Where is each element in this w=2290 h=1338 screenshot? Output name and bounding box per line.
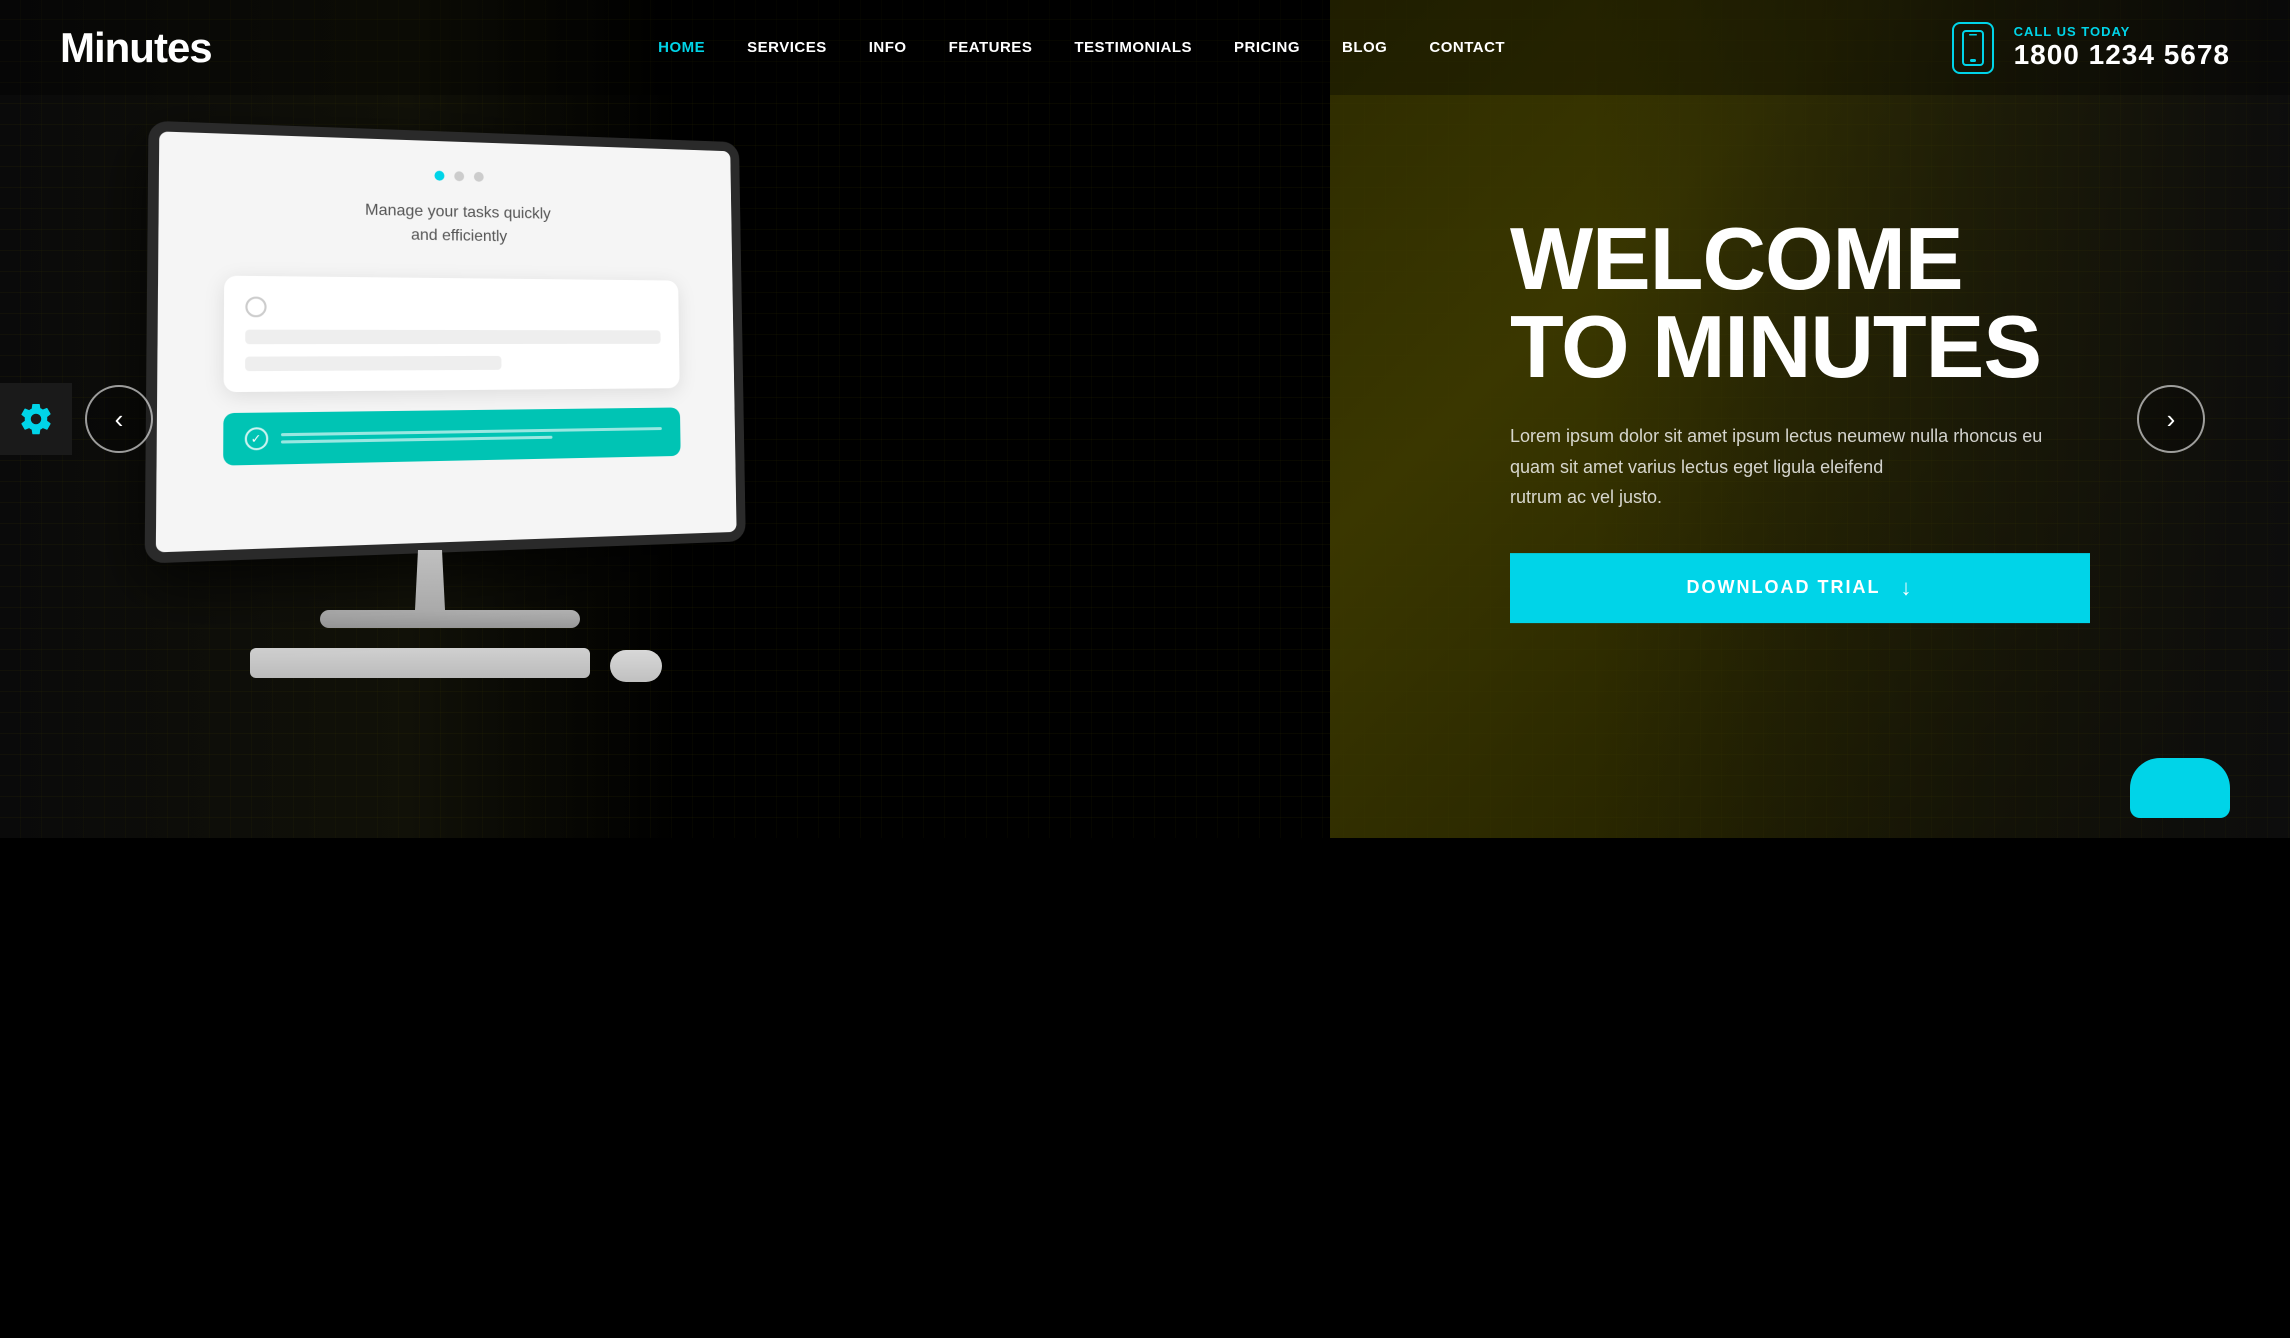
dot-2	[454, 171, 464, 181]
hero-title-line2: TO MINUTES	[1510, 297, 2041, 396]
btn-lines	[280, 427, 661, 443]
hero-title: WELCOME TO MINUTES	[1510, 215, 2090, 391]
monitor-mockup: Manage your tasks quicklyand efficiently…	[100, 90, 800, 750]
screen-input-1	[245, 330, 661, 345]
nav-pricing[interactable]: PRICING	[1234, 39, 1300, 56]
screen-dots	[434, 171, 483, 182]
phone-icon	[1952, 22, 1994, 74]
sneaker-decoration	[2130, 758, 2230, 818]
monitor-neck	[400, 550, 460, 610]
nav-contact[interactable]: CONTACT	[1429, 39, 1505, 56]
navbar: Minutes HOME SERVICES INFO FEATURES TEST…	[0, 0, 2290, 95]
nav-features[interactable]: FEATURES	[949, 39, 1033, 56]
hero-content: WELCOME TO MINUTES Lorem ipsum dolor sit…	[1510, 215, 2090, 623]
btn-check-icon: ✓	[244, 427, 268, 450]
screen-input-2	[245, 356, 502, 371]
download-trial-label: DOWNLOAD TRIAL	[1687, 577, 1881, 598]
right-arrow-icon: ›	[2167, 404, 2176, 435]
nav-testimonials[interactable]: TESTIMONIALS	[1074, 39, 1192, 56]
nav-contact-info: CALL US TODAY 1800 1234 5678	[1952, 22, 2230, 74]
site-logo: Minutes	[60, 24, 212, 72]
nav-home[interactable]: HOME	[658, 39, 705, 56]
screen-cta-button: ✓	[223, 407, 681, 465]
mouse	[610, 650, 662, 682]
phone-info: CALL US TODAY 1800 1234 5678	[2014, 24, 2230, 71]
screen-circle	[245, 297, 266, 318]
call-label: CALL US TODAY	[2014, 24, 2230, 39]
screen-text: Manage your tasks quicklyand efficiently	[365, 199, 551, 250]
hero-section: Minutes HOME SERVICES INFO FEATURES TEST…	[0, 0, 2290, 838]
nav-services[interactable]: SERVICES	[747, 39, 827, 56]
dot-3	[474, 172, 484, 182]
slider-next-button[interactable]: ›	[2137, 385, 2205, 453]
monitor-base	[320, 610, 580, 628]
nav-info[interactable]: INFO	[869, 39, 907, 56]
nav-blog[interactable]: BLOG	[1342, 39, 1387, 56]
gear-icon	[18, 401, 54, 437]
monitor-body: Manage your tasks quicklyand efficiently…	[145, 121, 746, 564]
download-trial-button[interactable]: DOWNLOAD TRIAL ↓	[1510, 553, 2090, 623]
phone-number: 1800 1234 5678	[2014, 39, 2230, 71]
btn-line-1	[280, 427, 661, 436]
slider-prev-button[interactable]: ‹	[85, 385, 153, 453]
download-icon: ↓	[1900, 575, 1913, 601]
hero-title-line1: WELCOME	[1510, 209, 1963, 308]
left-arrow-icon: ‹	[115, 404, 124, 435]
gear-panel[interactable]	[0, 383, 72, 455]
dot-1	[434, 171, 444, 181]
nav-links: HOME SERVICES INFO FEATURES TESTIMONIALS…	[658, 39, 1505, 56]
screen-card	[223, 276, 679, 393]
hero-description: Lorem ipsum dolor sit amet ipsum lectus …	[1510, 421, 2090, 513]
keyboard	[250, 648, 590, 678]
monitor-screen: Manage your tasks quicklyand efficiently…	[156, 131, 737, 552]
btn-line-2	[280, 436, 552, 444]
